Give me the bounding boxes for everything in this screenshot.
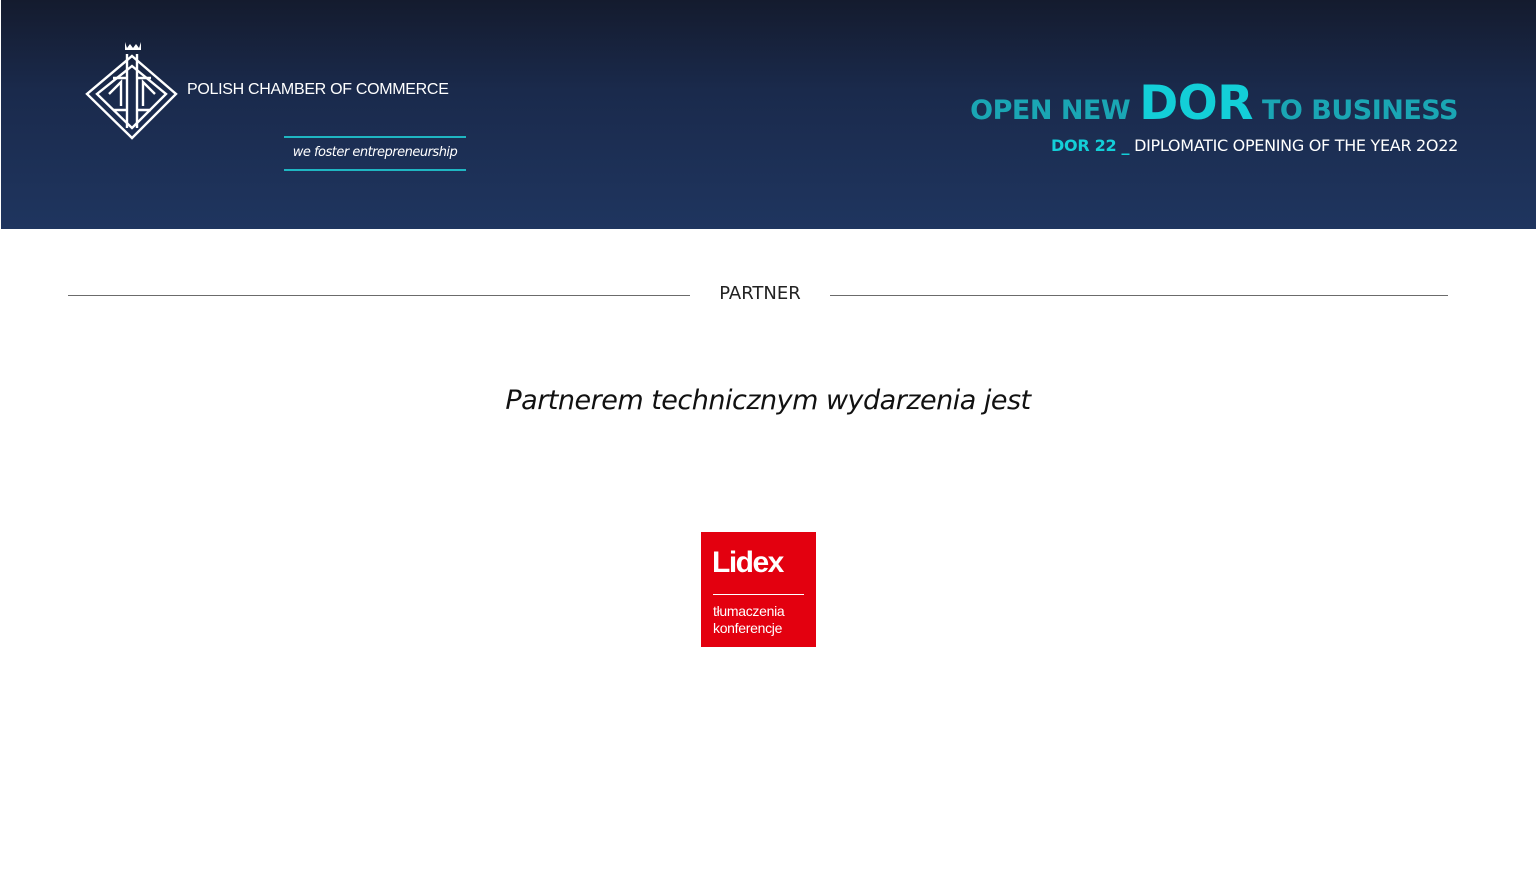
- partner-intro-text: Partnerem technicznym wydarzenia jest: [505, 385, 1031, 416]
- header-banner: POLISH CHAMBER OF COMMERCE we foster ent…: [1, 0, 1536, 229]
- divider-left: [68, 295, 690, 296]
- polish-chamber-emblem-icon: [85, 42, 178, 140]
- tagline: we foster entrepreneurship: [292, 145, 458, 160]
- event-description: DIPLOMATIC OPENING OF THE YEAR 2O22: [1134, 136, 1458, 155]
- partner-logo-line2: konferencje: [713, 620, 783, 636]
- partner-logo-rule: [713, 594, 804, 595]
- partner-logo-lidex[interactable]: Lidex tłumaczenia konferencje: [701, 532, 816, 647]
- event-subline: DOR 22 _ DIPLOMATIC OPENING OF THE YEAR …: [1051, 136, 1458, 155]
- organization-name: POLISH CHAMBER OF COMMERCE: [187, 81, 449, 98]
- event-code: DOR 22 _: [1051, 136, 1130, 155]
- partner-logo-name: Lidex: [712, 546, 784, 579]
- event-slogan: OPEN NEW DOR TO BUSINESS: [970, 76, 1458, 131]
- slogan-pre: OPEN NEW: [970, 95, 1131, 126]
- partner-logo-line1: tłumaczenia: [713, 603, 785, 619]
- tagline-box: we foster entrepreneurship: [284, 136, 466, 171]
- slogan-highlight: DOR: [1139, 76, 1253, 131]
- divider-right: [830, 295, 1448, 296]
- section-title: PARTNER: [719, 283, 801, 304]
- slogan-post: TO BUSINESS: [1262, 95, 1459, 126]
